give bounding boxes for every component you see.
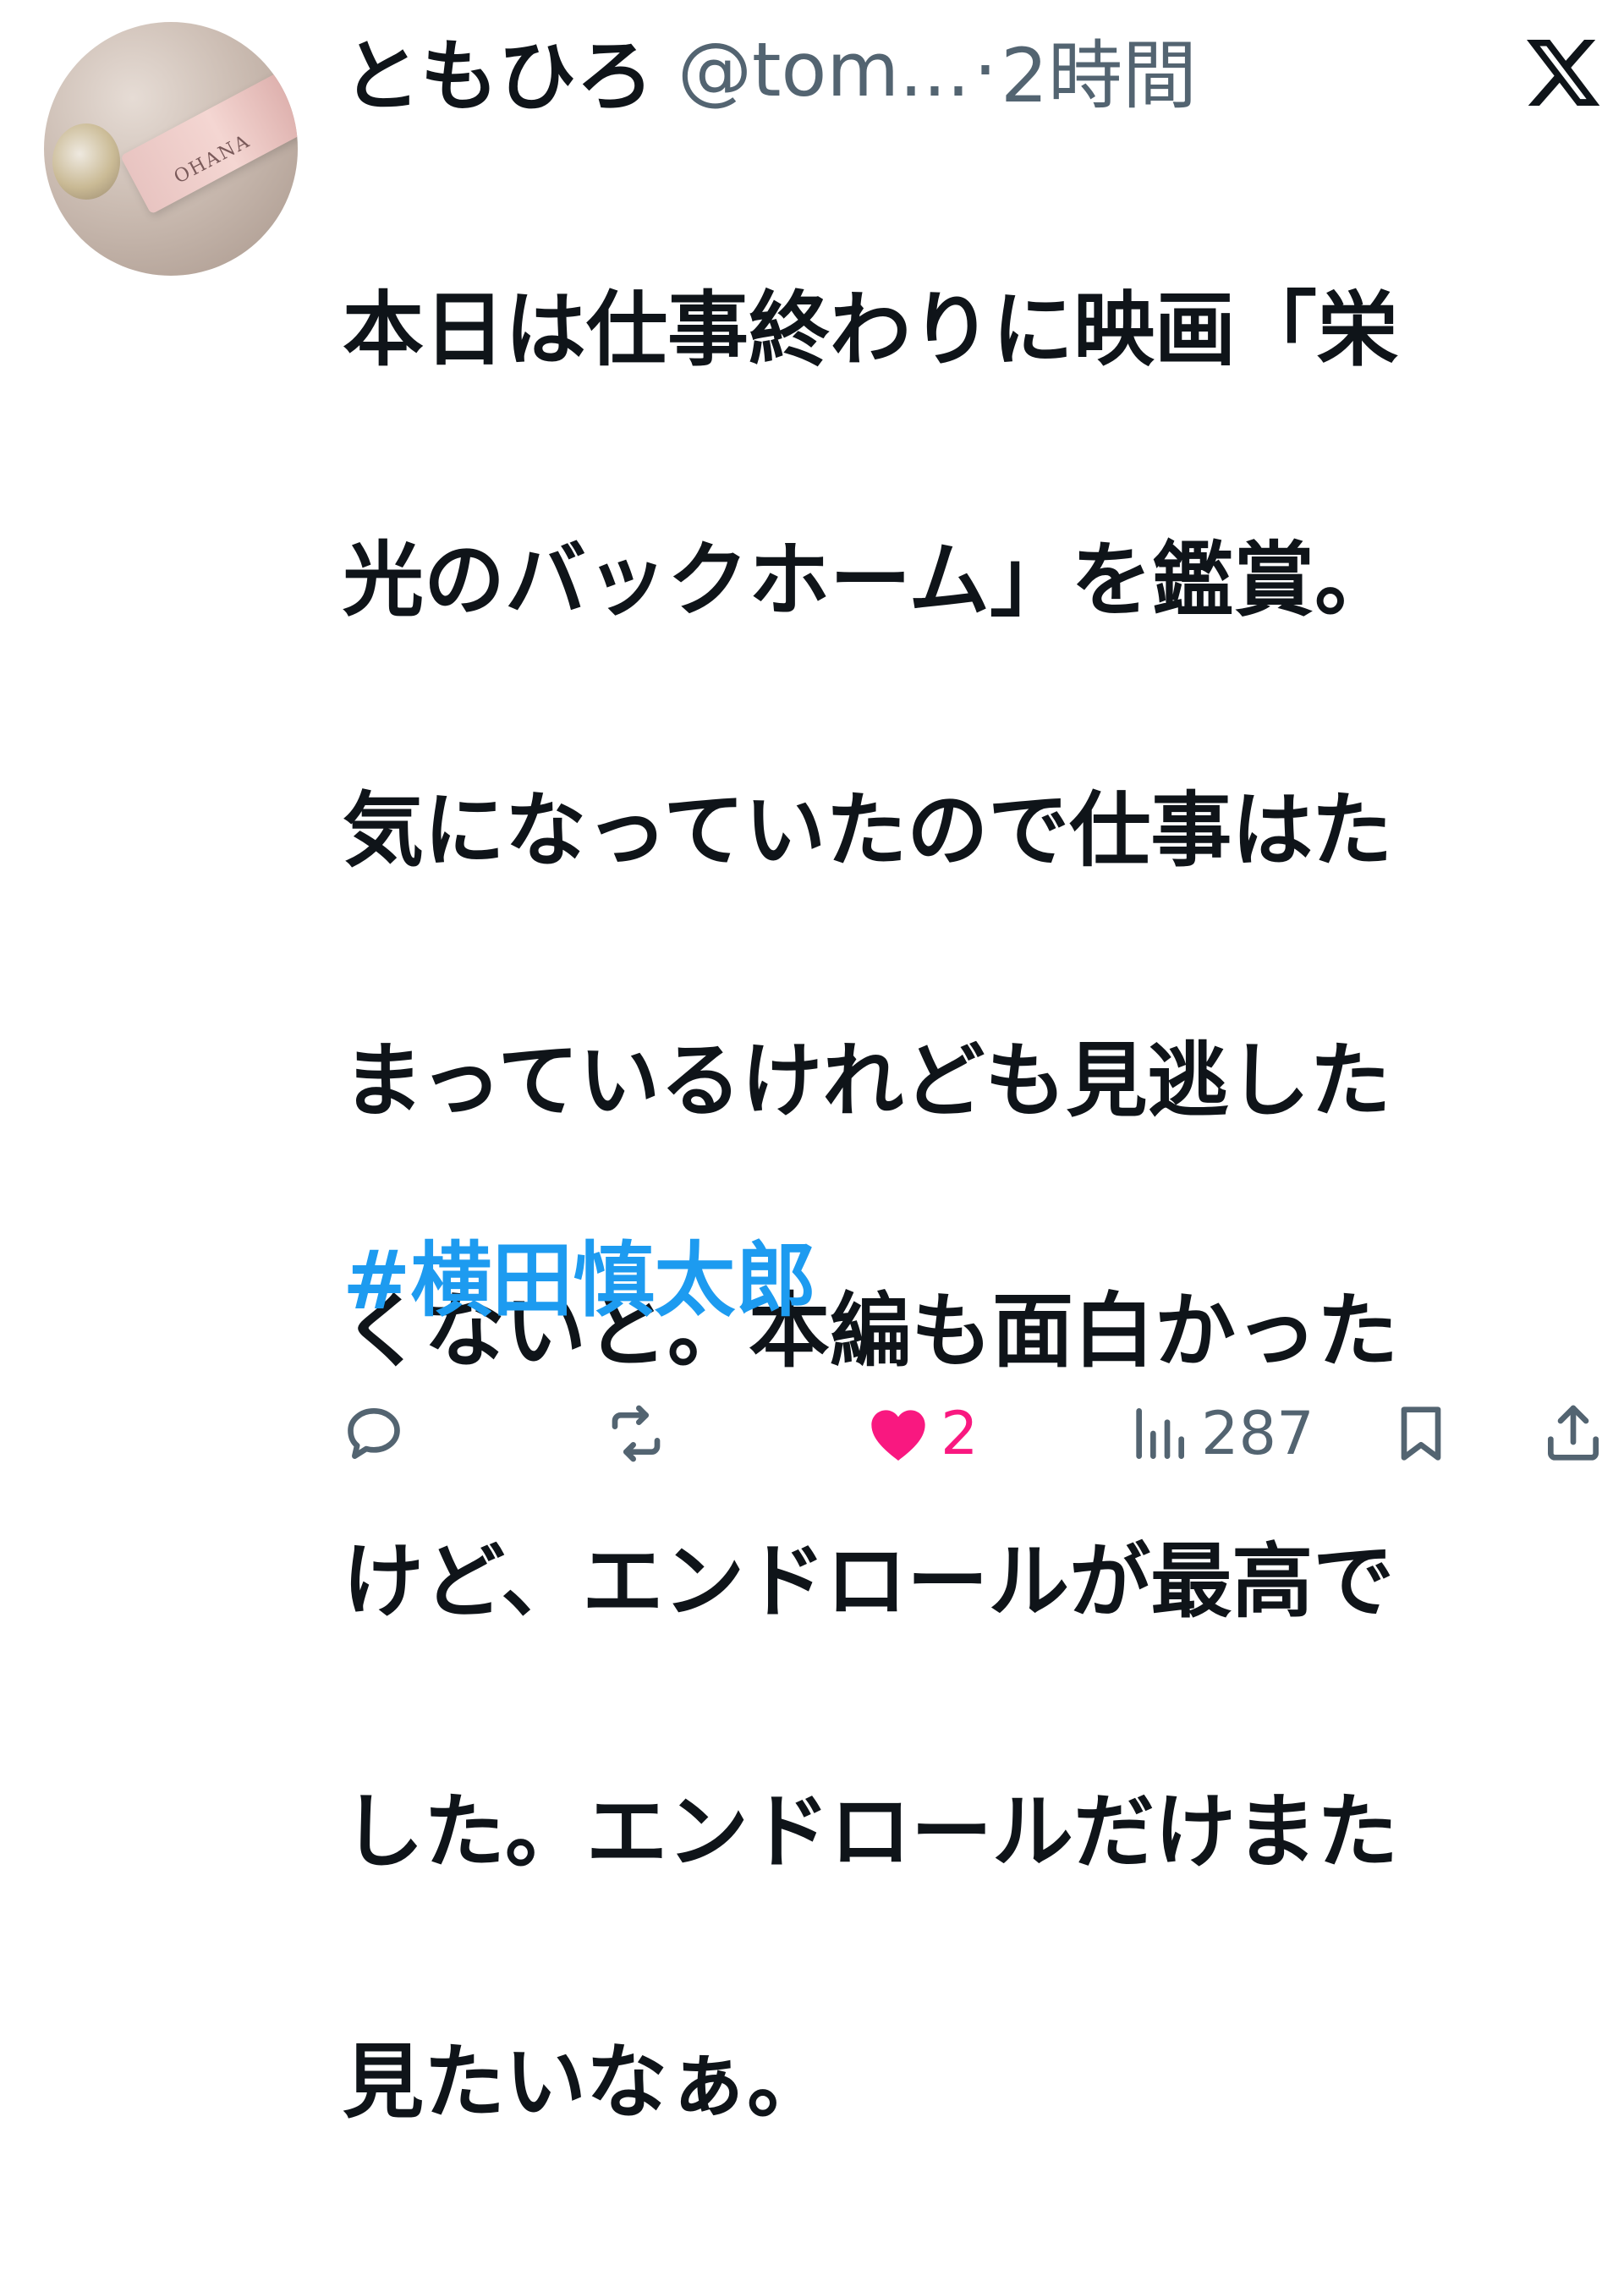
retweet-button[interactable] xyxy=(602,1395,678,1472)
tweet-header: ともひろ @tom... · 2時間 xyxy=(343,17,1197,123)
share-icon xyxy=(1539,1400,1607,1467)
like-count: 2 xyxy=(941,1399,979,1468)
reply-button[interactable] xyxy=(340,1395,416,1472)
hashtag-link[interactable]: #横田慎太郎 xyxy=(343,1218,816,1343)
x-logo-icon xyxy=(1522,32,1604,113)
like-button[interactable]: 2 xyxy=(864,1395,979,1472)
tweet-text-line: まっているけれども見逃した xyxy=(343,1034,1391,1128)
display-name[interactable]: ともひろ xyxy=(343,14,654,126)
timestamp[interactable]: 2時間 xyxy=(1001,16,1197,123)
bookmark-icon xyxy=(1387,1400,1455,1467)
views-button[interactable]: 287 xyxy=(1125,1395,1314,1472)
avatar[interactable]: OHANA xyxy=(44,22,298,276)
views-icon xyxy=(1125,1400,1193,1467)
avatar-bottle xyxy=(120,64,298,215)
heart-icon xyxy=(864,1400,932,1467)
share-button[interactable] xyxy=(1539,1395,1607,1472)
bookmark-button[interactable] xyxy=(1387,1395,1455,1472)
tweet-text-line: けど、エンドロールが最高で xyxy=(343,1534,1395,1629)
action-bar: 2 287 xyxy=(0,1395,1624,1472)
tweet-text-line: 光のバックホーム」を鑑賞。 xyxy=(343,533,1396,628)
tweet-card: OHANA ともひろ @tom... · 2時間 本日は仕事終わりに映画「栄 光… xyxy=(0,0,1624,2130)
avatar-glass xyxy=(52,123,120,200)
tweet-text-line: した。エンドロールだけまた xyxy=(343,1785,1398,1879)
header-separator: · xyxy=(974,26,997,113)
retweet-icon xyxy=(602,1400,670,1467)
tweet-text-line: 本日は仕事終わりに映画「栄 xyxy=(343,282,1398,377)
user-handle[interactable]: @tom... xyxy=(678,26,970,113)
tweet-text-line: 見たいなぁ。 xyxy=(343,2035,829,2130)
tweet-text-line: 気になっていたので仕事はた xyxy=(343,783,1393,878)
views-count: 287 xyxy=(1201,1399,1314,1468)
reply-icon xyxy=(340,1400,408,1467)
tweet-text: 本日は仕事終わりに映画「栄 光のバックホーム」を鑑賞。 気になっていたので仕事は… xyxy=(343,142,1611,2270)
